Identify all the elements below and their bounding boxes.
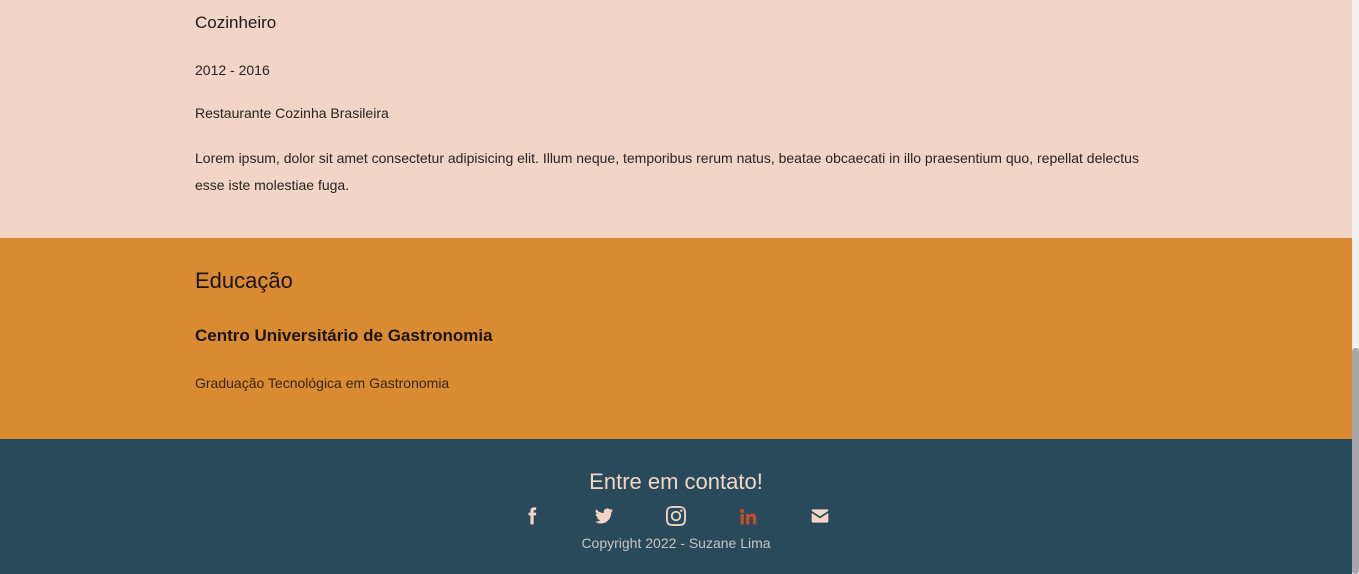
scrollbar[interactable]	[1352, 0, 1359, 574]
footer: Entre em contato! Copyright 2022 - Suzan…	[0, 439, 1352, 574]
instagram-icon	[666, 506, 686, 526]
facebook-icon	[528, 507, 537, 525]
education-degree: Graduação Tecnológica em Gastronomia	[195, 375, 450, 391]
copyright: Copyright 2022 - Suzane Lima	[581, 535, 771, 551]
facebook-link[interactable]	[496, 503, 568, 529]
email-link[interactable]	[784, 503, 856, 529]
experience-section: Cozinheiro 2012 - 2016 Restaurante Cozin…	[0, 0, 1352, 238]
education-school: Centro Universitário de Gastronomia	[195, 326, 493, 345]
contact-heading: Entre em contato!	[589, 469, 763, 494]
twitter-link[interactable]	[568, 503, 640, 529]
linkedin-icon	[740, 508, 757, 525]
job-company: Restaurante Cozinha Brasileira	[195, 105, 389, 121]
job-title: Cozinheiro	[195, 13, 277, 32]
linkedin-link[interactable]	[712, 503, 784, 529]
social-links	[0, 503, 1352, 529]
twitter-icon	[594, 508, 614, 524]
education-section: Educação Centro Universitário de Gastron…	[0, 238, 1352, 439]
scrollbar-thumb[interactable]	[1352, 348, 1359, 574]
instagram-link[interactable]	[640, 503, 712, 529]
education-heading: Educação	[195, 268, 293, 293]
envelope-icon	[811, 509, 829, 523]
job-dates: 2012 - 2016	[195, 62, 270, 78]
job-description: Lorem ipsum, dolor sit amet consectetur …	[195, 150, 1139, 193]
